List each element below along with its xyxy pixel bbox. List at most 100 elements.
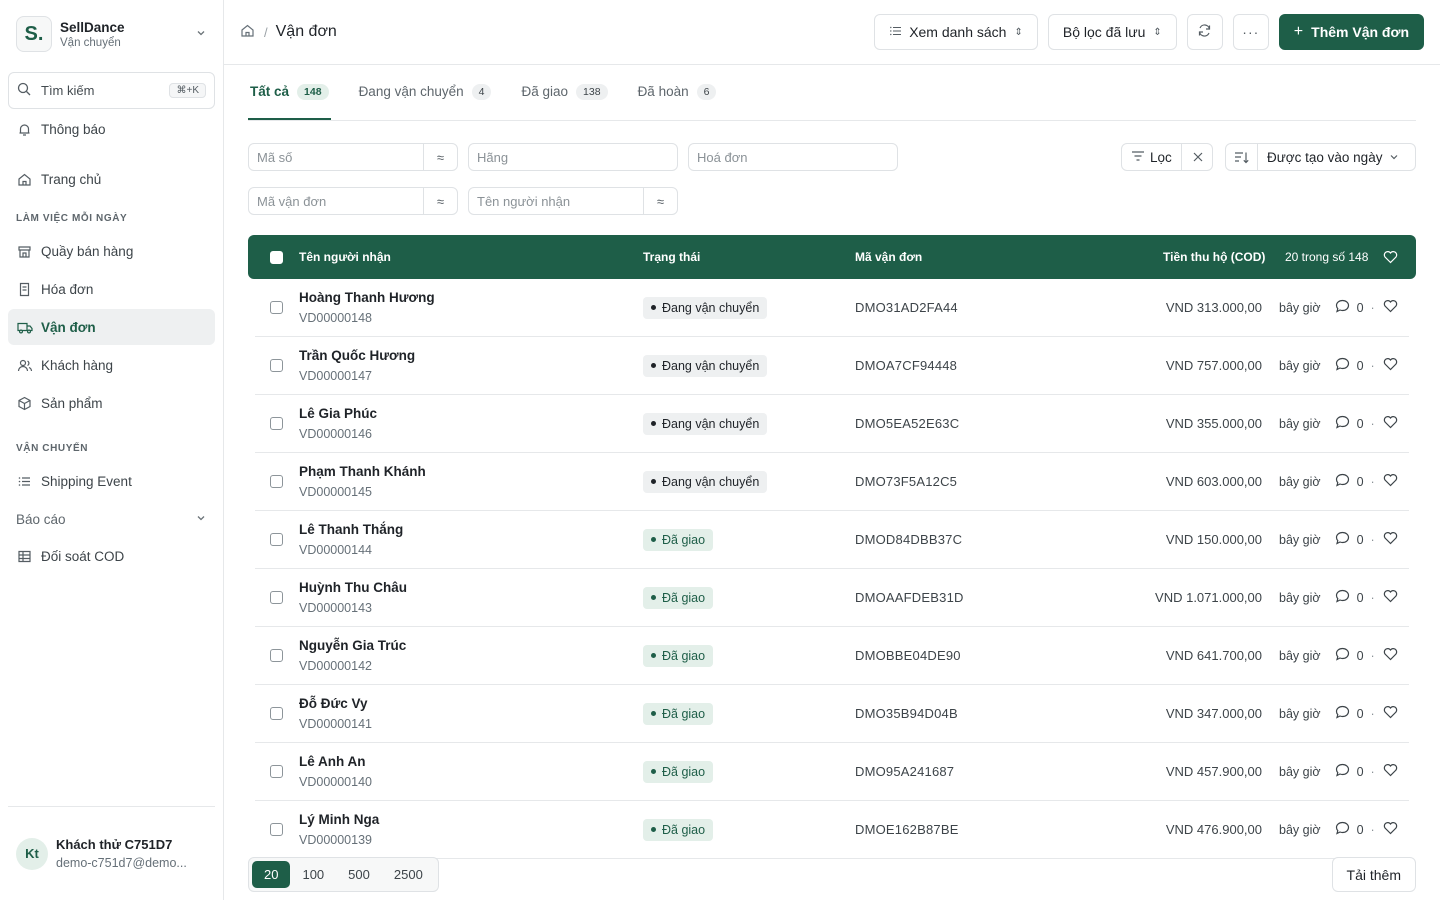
heart-icon[interactable] (1383, 821, 1398, 838)
heart-icon[interactable] (1383, 647, 1398, 664)
tab-count: 138 (576, 83, 608, 100)
page-size-option[interactable]: 20 (252, 861, 291, 888)
status-badge: Đã giao (643, 818, 714, 841)
row-checkbox[interactable] (270, 801, 283, 858)
comment-icon[interactable] (1335, 415, 1350, 432)
table-row[interactable]: Huỳnh Thu Châu VD00000143 Đã giao DMOAAF… (255, 569, 1409, 627)
sidebar-item-cod-reconcile[interactable]: Đối soát COD (8, 538, 215, 574)
time-label: bây giờ (1279, 416, 1321, 431)
filter-ma-so[interactable]: Mã số ≈ (248, 143, 458, 171)
more-button[interactable]: ··· (1232, 14, 1269, 50)
sidebar-item-products[interactable]: Sản phẩm (8, 385, 215, 421)
sidebar-item-customers[interactable]: Khách hàng (8, 347, 215, 383)
comment-icon[interactable] (1335, 357, 1350, 374)
approx-operator-icon[interactable]: ≈ (423, 144, 457, 170)
comment-icon[interactable] (1335, 299, 1350, 316)
row-checkbox[interactable] (270, 569, 283, 626)
status-badge: Đã giao (643, 702, 714, 725)
table-row[interactable]: Lê Thanh Thắng VD00000144 Đã giao DMOD84… (255, 511, 1409, 569)
approx-operator-icon[interactable]: ≈ (423, 188, 457, 214)
heart-icon[interactable] (1383, 357, 1398, 374)
sidebar-item-shipping-event[interactable]: Shipping Event (8, 463, 215, 499)
row-checkbox[interactable] (270, 279, 283, 336)
select-all-checkbox[interactable] (270, 235, 283, 279)
approx-operator-icon[interactable]: ≈ (643, 188, 677, 214)
table-row[interactable]: Đỗ Đức Vy VD00000141 Đã giao DMO35B94D04… (255, 685, 1409, 743)
sort-icon[interactable] (1226, 144, 1258, 170)
table-row[interactable]: Lý Minh Nga VD00000139 Đã giao DMOE162B8… (255, 801, 1409, 859)
table-row[interactable]: Lê Gia Phúc VD00000146 Đang vận chuyển D… (255, 395, 1409, 453)
table-row[interactable]: Phạm Thanh Khánh VD00000145 Đang vận chu… (255, 453, 1409, 511)
filter-ten-nguoi-nhan[interactable]: Tên người nhận ≈ (468, 187, 678, 215)
load-more-button[interactable]: Tải thêm (1331, 857, 1416, 892)
tracking-code: DMO95A241687 (855, 764, 955, 779)
status-label: Đã giao (662, 706, 706, 721)
sidebar-item-invoices[interactable]: Hóa đơn (8, 271, 215, 307)
row-checkbox[interactable] (270, 743, 283, 800)
sidebar-item-shipments[interactable]: Vận đơn (8, 309, 215, 345)
heart-icon[interactable] (1383, 589, 1398, 606)
page-size-option[interactable]: 500 (336, 861, 382, 888)
col-header-cod[interactable]: Tiền thu hộ (COD) (1163, 235, 1265, 279)
comment-icon[interactable] (1335, 647, 1350, 664)
user-menu[interactable]: Kt Khách thử C751D7 demo-c751d7@demo... (8, 806, 215, 900)
heart-icon[interactable] (1383, 415, 1398, 432)
col-header-recipient[interactable]: Tên người nhận (299, 235, 391, 279)
col-header-code[interactable]: Mã vận đơn (855, 235, 922, 279)
sidebar-item-home[interactable]: Trang chủ (8, 161, 215, 197)
page-size-option[interactable]: 2500 (382, 861, 435, 888)
avatar: Kt (16, 837, 48, 870)
home-icon[interactable] (240, 23, 256, 41)
comment-icon[interactable] (1335, 821, 1350, 838)
row-checkbox[interactable] (270, 337, 283, 394)
tab-delivered[interactable]: Đã giao 138 (519, 65, 609, 120)
col-header-status[interactable]: Trạng thái (643, 235, 700, 279)
sidebar-item-pos[interactable]: Quầy bán hàng (8, 233, 215, 269)
heart-icon[interactable] (1383, 235, 1398, 279)
row-checkbox[interactable] (270, 511, 283, 568)
saved-filters-button[interactable]: Bộ lọc đã lưu ⇕ (1047, 14, 1177, 50)
sidebar-group-reports[interactable]: Báo cáo (8, 501, 215, 537)
table-row[interactable]: Trần Quốc Hương VD00000147 Đang vận chuy… (255, 337, 1409, 395)
workspace-switcher[interactable]: S. SellDance Vận chuyển (0, 0, 223, 52)
page-size-option[interactable]: 100 (290, 861, 336, 888)
comment-icon[interactable] (1335, 763, 1350, 780)
comment-count: 0 (1356, 764, 1364, 779)
cod-amount: VND 1.071.000,00 (1155, 590, 1262, 605)
table-row[interactable]: Hoàng Thanh Hương VD00000148 Đang vận ch… (255, 279, 1409, 337)
view-list-button[interactable]: Xem danh sách ⇕ (874, 14, 1038, 50)
refresh-button[interactable] (1186, 14, 1223, 50)
filter-ma-van-don[interactable]: Mã vận đơn ≈ (248, 187, 458, 215)
heart-icon[interactable] (1383, 299, 1398, 316)
row-checkbox[interactable] (270, 453, 283, 510)
chevron-updown-icon: ⇕ (1153, 26, 1162, 38)
tab-in-transit[interactable]: Đang vận chuyển 4 (357, 65, 494, 120)
tab-returned[interactable]: Đã hoàn 6 (636, 65, 719, 120)
sort-select[interactable]: Được tạo vào ngày (1225, 143, 1416, 171)
table-row[interactable]: Nguyễn Gia Trúc VD00000142 Đã giao DMOBB… (255, 627, 1409, 685)
table-row[interactable]: Lê Anh An VD00000140 Đã giao DMO95A24168… (255, 743, 1409, 801)
heart-icon[interactable] (1383, 705, 1398, 722)
row-checkbox[interactable] (270, 395, 283, 452)
add-shipment-button[interactable]: + Thêm Vận đơn (1278, 14, 1424, 50)
heart-icon[interactable] (1383, 531, 1398, 548)
filter-hoa-don[interactable]: Hoá đơn (688, 143, 898, 171)
filter-hang[interactable]: Hãng (468, 143, 678, 171)
heart-icon[interactable] (1383, 763, 1398, 780)
tracking-code: DMO35B94D04B (855, 706, 958, 721)
comment-icon[interactable] (1335, 705, 1350, 722)
sidebar-search[interactable]: Tìm kiếm ⌘+K (8, 72, 215, 109)
status-label: Đã giao (662, 648, 706, 663)
comment-icon[interactable] (1335, 589, 1350, 606)
clear-filter-icon[interactable] (1181, 144, 1213, 170)
heart-icon[interactable] (1383, 473, 1398, 490)
row-checkbox[interactable] (270, 627, 283, 684)
sidebar-item-notifications[interactable]: Thông báo (8, 111, 215, 147)
tracking-code: DMO73F5A12C5 (855, 474, 958, 489)
filter-button[interactable]: Lọc (1121, 143, 1213, 171)
row-checkbox[interactable] (270, 685, 283, 742)
status-dot (651, 769, 656, 774)
tab-all[interactable]: Tất cả 148 (248, 65, 331, 120)
comment-icon[interactable] (1335, 531, 1350, 548)
comment-icon[interactable] (1335, 473, 1350, 490)
